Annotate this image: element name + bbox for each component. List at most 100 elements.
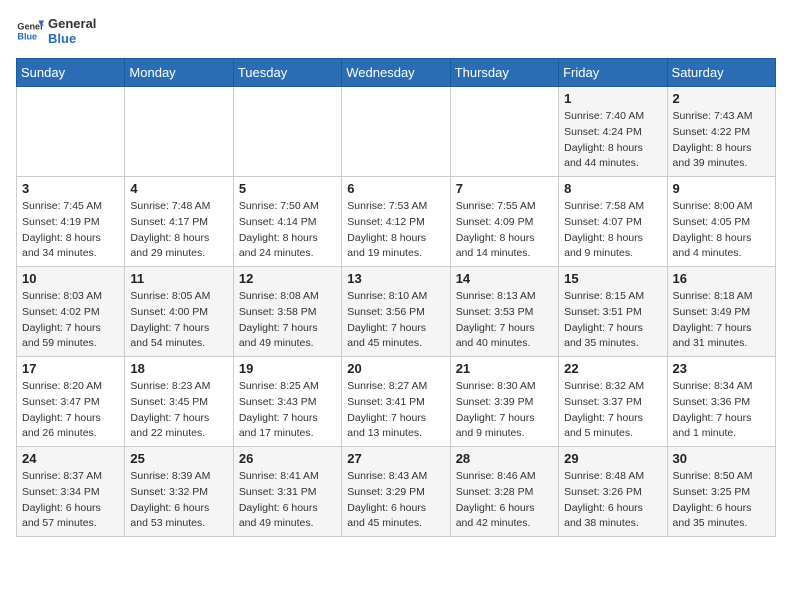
calendar-cell: 5 Sunrise: 7:50 AM Sunset: 4:14 PM Daylig… (233, 177, 341, 267)
calendar-header-friday: Friday (559, 59, 667, 87)
day-number: 11 (130, 271, 227, 286)
calendar-cell: 25Sunrise: 8:39 AM Sunset: 3:32 PM Dayli… (125, 447, 233, 537)
day-number: 16 (673, 271, 770, 286)
calendar-week-row: 1 Sunrise: 7:40 AM Sunset: 4:24 PM Daylig… (17, 87, 776, 177)
day-info: Sunrise: 8:08 AM Sunset: 3:58 PM Dayligh… (239, 289, 336, 352)
day-number: 26 (239, 451, 336, 466)
day-info: Sunrise: 7:40 AM Sunset: 4:24 PM Dayligh… (564, 109, 661, 172)
day-info: Sunrise: 8:00 AM Sunset: 4:05 PM Dayligh… (673, 199, 770, 262)
calendar-cell: 23Sunrise: 8:34 AM Sunset: 3:36 PM Dayli… (667, 357, 775, 447)
day-number: 7 (456, 181, 553, 196)
day-info: Sunrise: 7:55 AM Sunset: 4:09 PM Dayligh… (456, 199, 553, 262)
day-number: 21 (456, 361, 553, 376)
day-number: 13 (347, 271, 444, 286)
day-number: 30 (673, 451, 770, 466)
calendar-cell: 12 Sunrise: 8:08 AM Sunset: 3:58 PM Dayli… (233, 267, 341, 357)
day-info: Sunrise: 8:48 AM Sunset: 3:26 PM Dayligh… (564, 469, 661, 532)
calendar-cell: 3Sunrise: 7:45 AM Sunset: 4:19 PM Daylig… (17, 177, 125, 267)
calendar-cell: 18 Sunrise: 8:23 AM Sunset: 3:45 PM Dayli… (125, 357, 233, 447)
day-number: 2 (673, 91, 770, 106)
calendar-header-saturday: Saturday (667, 59, 775, 87)
day-number: 10 (22, 271, 119, 286)
logo-general: General (48, 16, 96, 31)
day-info: Sunrise: 8:25 AM Sunset: 3:43 PM Dayligh… (239, 379, 336, 442)
calendar-cell (450, 87, 558, 177)
day-info: Sunrise: 8:18 AM Sunset: 3:49 PM Dayligh… (673, 289, 770, 352)
calendar-cell: 24 Sunrise: 8:37 AM Sunset: 3:34 PM Dayli… (17, 447, 125, 537)
calendar-cell: 4 Sunrise: 7:48 AM Sunset: 4:17 PM Daylig… (125, 177, 233, 267)
day-number: 27 (347, 451, 444, 466)
calendar-cell: 2 Sunrise: 7:43 AM Sunset: 4:22 PM Daylig… (667, 87, 775, 177)
calendar-cell: 11 Sunrise: 8:05 AM Sunset: 4:00 PM Dayli… (125, 267, 233, 357)
day-info: Sunrise: 7:45 AM Sunset: 4:19 PM Dayligh… (22, 199, 119, 262)
calendar-week-row: 17Sunrise: 8:20 AM Sunset: 3:47 PM Dayli… (17, 357, 776, 447)
day-number: 5 (239, 181, 336, 196)
calendar-cell: 27 Sunrise: 8:43 AM Sunset: 3:29 PM Dayli… (342, 447, 450, 537)
day-number: 15 (564, 271, 661, 286)
day-number: 24 (22, 451, 119, 466)
calendar-cell: 21 Sunrise: 8:30 AM Sunset: 3:39 PM Dayli… (450, 357, 558, 447)
day-info: Sunrise: 8:41 AM Sunset: 3:31 PM Dayligh… (239, 469, 336, 532)
svg-text:Blue: Blue (17, 31, 37, 41)
calendar: SundayMondayTuesdayWednesdayThursdayFrid… (16, 58, 776, 537)
calendar-cell: 30 Sunrise: 8:50 AM Sunset: 3:25 PM Dayli… (667, 447, 775, 537)
calendar-cell: 28 Sunrise: 8:46 AM Sunset: 3:28 PM Dayli… (450, 447, 558, 537)
day-info: Sunrise: 8:10 AM Sunset: 3:56 PM Dayligh… (347, 289, 444, 352)
logo-icon: General Blue (16, 17, 44, 45)
day-number: 20 (347, 361, 444, 376)
day-info: Sunrise: 7:43 AM Sunset: 4:22 PM Dayligh… (673, 109, 770, 172)
day-info: Sunrise: 8:03 AM Sunset: 4:02 PM Dayligh… (22, 289, 119, 352)
day-number: 23 (673, 361, 770, 376)
day-info: Sunrise: 8:43 AM Sunset: 3:29 PM Dayligh… (347, 469, 444, 532)
calendar-header-sunday: Sunday (17, 59, 125, 87)
day-info: Sunrise: 7:53 AM Sunset: 4:12 PM Dayligh… (347, 199, 444, 262)
calendar-header-monday: Monday (125, 59, 233, 87)
day-info: Sunrise: 7:48 AM Sunset: 4:17 PM Dayligh… (130, 199, 227, 262)
day-number: 22 (564, 361, 661, 376)
day-info: Sunrise: 7:50 AM Sunset: 4:14 PM Dayligh… (239, 199, 336, 262)
calendar-cell: 16 Sunrise: 8:18 AM Sunset: 3:49 PM Dayli… (667, 267, 775, 357)
day-number: 8 (564, 181, 661, 196)
calendar-cell: 8 Sunrise: 7:58 AM Sunset: 4:07 PM Daylig… (559, 177, 667, 267)
calendar-cell: 19 Sunrise: 8:25 AM Sunset: 3:43 PM Dayli… (233, 357, 341, 447)
calendar-header-wednesday: Wednesday (342, 59, 450, 87)
day-number: 25 (130, 451, 227, 466)
calendar-week-row: 24 Sunrise: 8:37 AM Sunset: 3:34 PM Dayli… (17, 447, 776, 537)
day-number: 4 (130, 181, 227, 196)
day-info: Sunrise: 8:05 AM Sunset: 4:00 PM Dayligh… (130, 289, 227, 352)
calendar-cell: 7 Sunrise: 7:55 AM Sunset: 4:09 PM Daylig… (450, 177, 558, 267)
calendar-cell (233, 87, 341, 177)
day-info: Sunrise: 8:27 AM Sunset: 3:41 PM Dayligh… (347, 379, 444, 442)
calendar-cell (17, 87, 125, 177)
day-number: 17 (22, 361, 119, 376)
day-info: Sunrise: 8:50 AM Sunset: 3:25 PM Dayligh… (673, 469, 770, 532)
day-number: 18 (130, 361, 227, 376)
logo: General Blue General Blue (16, 16, 96, 46)
calendar-cell: 26 Sunrise: 8:41 AM Sunset: 3:31 PM Dayli… (233, 447, 341, 537)
day-number: 12 (239, 271, 336, 286)
day-info: Sunrise: 8:30 AM Sunset: 3:39 PM Dayligh… (456, 379, 553, 442)
day-info: Sunrise: 8:13 AM Sunset: 3:53 PM Dayligh… (456, 289, 553, 352)
calendar-cell: 9Sunrise: 8:00 AM Sunset: 4:05 PM Daylig… (667, 177, 775, 267)
day-number: 19 (239, 361, 336, 376)
day-info: Sunrise: 8:15 AM Sunset: 3:51 PM Dayligh… (564, 289, 661, 352)
day-info: Sunrise: 8:37 AM Sunset: 3:34 PM Dayligh… (22, 469, 119, 532)
day-info: Sunrise: 8:46 AM Sunset: 3:28 PM Dayligh… (456, 469, 553, 532)
calendar-cell: 29Sunrise: 8:48 AM Sunset: 3:26 PM Dayli… (559, 447, 667, 537)
calendar-cell: 22Sunrise: 8:32 AM Sunset: 3:37 PM Dayli… (559, 357, 667, 447)
day-info: Sunrise: 8:23 AM Sunset: 3:45 PM Dayligh… (130, 379, 227, 442)
calendar-cell: 1 Sunrise: 7:40 AM Sunset: 4:24 PM Daylig… (559, 87, 667, 177)
calendar-header-row: SundayMondayTuesdayWednesdayThursdayFrid… (17, 59, 776, 87)
calendar-cell (342, 87, 450, 177)
calendar-cell: 13 Sunrise: 8:10 AM Sunset: 3:56 PM Dayli… (342, 267, 450, 357)
calendar-cell: 10 Sunrise: 8:03 AM Sunset: 4:02 PM Dayli… (17, 267, 125, 357)
calendar-cell: 14Sunrise: 8:13 AM Sunset: 3:53 PM Dayli… (450, 267, 558, 357)
calendar-cell: 15 Sunrise: 8:15 AM Sunset: 3:51 PM Dayli… (559, 267, 667, 357)
calendar-week-row: 3Sunrise: 7:45 AM Sunset: 4:19 PM Daylig… (17, 177, 776, 267)
header: General Blue General Blue (16, 16, 776, 46)
day-number: 1 (564, 91, 661, 106)
day-number: 6 (347, 181, 444, 196)
calendar-header-thursday: Thursday (450, 59, 558, 87)
day-info: Sunrise: 7:58 AM Sunset: 4:07 PM Dayligh… (564, 199, 661, 262)
day-number: 28 (456, 451, 553, 466)
